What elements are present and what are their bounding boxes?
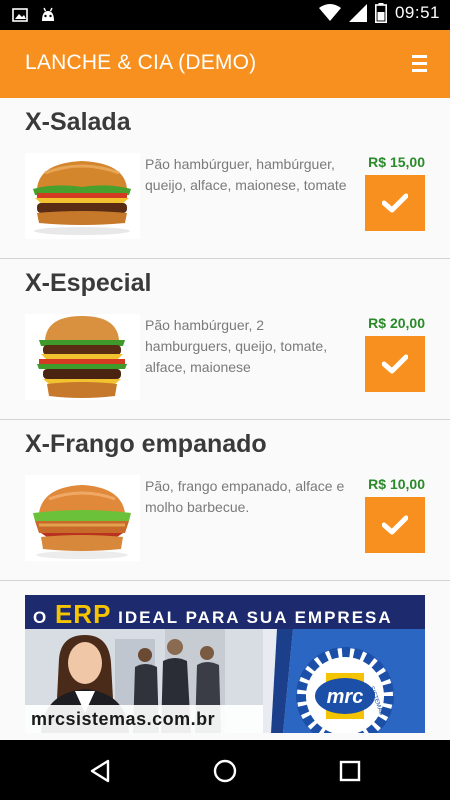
check-icon <box>382 515 408 535</box>
signal-icon <box>348 4 367 22</box>
ad-banner[interactable]: O ERP IDEAL PARA SUA EMPRESA mrc SISTEMA… <box>25 595 425 733</box>
item-name: X-Especial <box>25 269 152 297</box>
check-icon <box>382 193 408 213</box>
status-time: 09:51 <box>394 3 440 22</box>
app-title: LANCHE & CIA (DEMO) <box>25 51 257 74</box>
add-item-button[interactable] <box>365 175 425 231</box>
battery-icon <box>374 3 387 23</box>
banner-header: O ERP IDEAL PARA SUA EMPRESA <box>25 595 425 629</box>
svg-text:mrc: mrc <box>327 686 364 708</box>
back-icon <box>90 759 110 783</box>
burger-image <box>25 314 140 400</box>
recents-button[interactable] <box>335 756 365 786</box>
item-price: R$ 15,00 <box>368 154 425 170</box>
list-item[interactable]: X-Frango empanado Pão, frango empanado, … <box>0 420 450 581</box>
banner-headline: O ERP IDEAL PARA SUA EMPRESA <box>33 599 393 629</box>
recents-icon <box>339 760 361 782</box>
item-price: R$ 20,00 <box>368 315 425 331</box>
add-item-button[interactable] <box>365 497 425 553</box>
menu-icon <box>412 54 427 58</box>
image-icon <box>12 8 28 22</box>
item-price: R$ 10,00 <box>368 476 425 492</box>
item-name: X-Frango empanado <box>25 430 267 458</box>
burger-image <box>25 153 140 239</box>
app-bar: LANCHE & CIA (DEMO) <box>0 30 450 98</box>
home-icon <box>213 759 237 783</box>
item-description: Pão, frango empanado, alface e molho bar… <box>145 478 345 515</box>
add-item-button[interactable] <box>365 336 425 392</box>
status-bar: 09:51 <box>0 0 450 30</box>
item-description: Pão hambúrguer, 2 hamburguers, queijo, t… <box>145 317 328 375</box>
item-name: X-Salada <box>25 108 131 136</box>
menu-list: X-Salada Pão hambúrguer, hambúrguer, que… <box>0 98 450 740</box>
back-button[interactable] <box>86 756 116 786</box>
banner-url: mrcsistemas.com.br <box>25 705 263 733</box>
check-icon <box>382 354 408 374</box>
wifi-icon <box>318 4 341 21</box>
burger-image <box>25 475 140 561</box>
android-icon <box>42 7 54 21</box>
menu-button[interactable] <box>408 50 432 76</box>
navigation-bar <box>0 740 450 800</box>
home-button[interactable] <box>210 756 240 786</box>
list-item[interactable]: X-Salada Pão hambúrguer, hambúrguer, que… <box>0 98 450 259</box>
mrc-logo: mrc SISTEMAS <box>296 647 394 733</box>
item-description: Pão hambúrguer, hambúrguer, queijo, alfa… <box>145 156 347 193</box>
list-item[interactable]: X-Especial Pão hambúrguer, 2 hamburguers… <box>0 259 450 420</box>
